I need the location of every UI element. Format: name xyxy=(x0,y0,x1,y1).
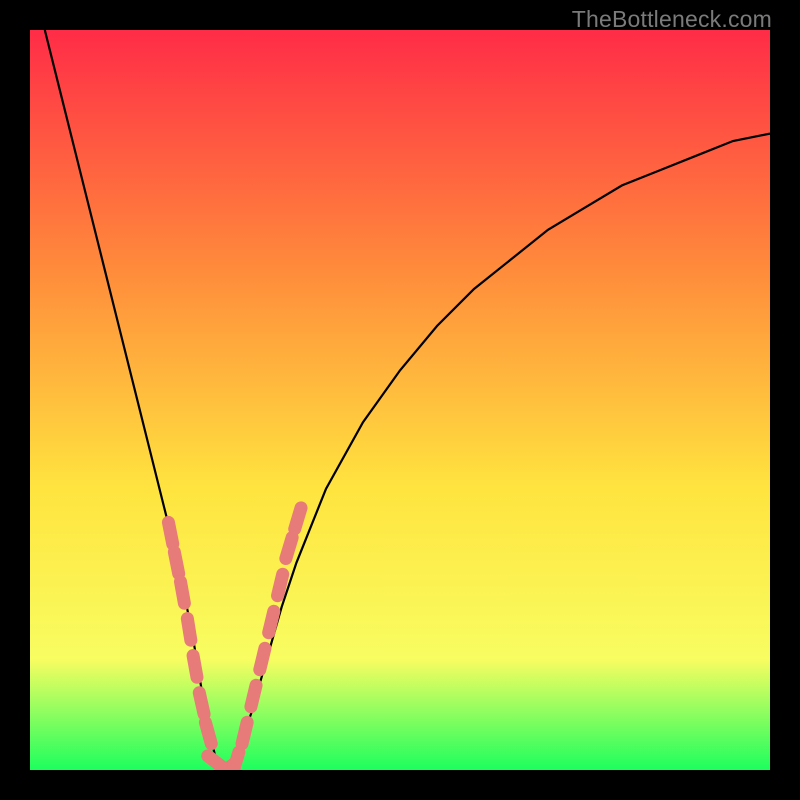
data-marker xyxy=(278,574,283,595)
data-marker xyxy=(233,752,239,770)
data-marker xyxy=(295,508,301,529)
chart-svg xyxy=(30,30,770,770)
data-marker xyxy=(242,722,247,743)
data-marker xyxy=(286,537,292,558)
plot-area xyxy=(30,30,770,770)
gradient-background xyxy=(30,30,770,770)
data-marker xyxy=(180,582,184,604)
data-marker xyxy=(251,685,256,706)
outer-frame: TheBottleneck.com xyxy=(0,0,800,800)
data-marker xyxy=(260,648,265,669)
data-marker xyxy=(269,611,274,632)
data-marker xyxy=(187,619,190,641)
data-marker xyxy=(168,522,172,544)
data-marker xyxy=(199,693,204,714)
data-marker xyxy=(174,552,178,574)
data-marker xyxy=(205,722,211,743)
data-marker xyxy=(193,656,197,678)
source-label: TheBottleneck.com xyxy=(572,6,772,33)
